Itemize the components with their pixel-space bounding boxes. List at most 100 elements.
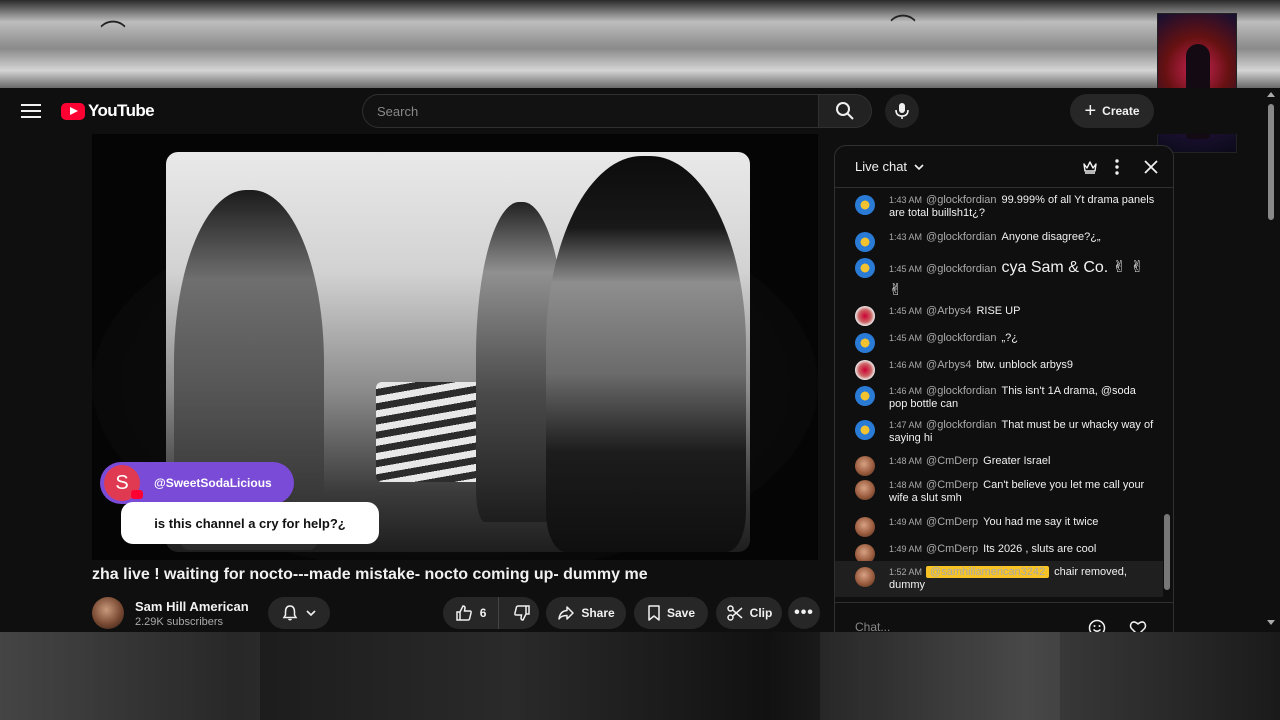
youtube-logo[interactable]: YouTube: [61, 100, 155, 122]
chat-avatar[interactable]: [855, 258, 875, 278]
create-button[interactable]: + Create: [1070, 94, 1154, 128]
bookmark-icon: [648, 605, 660, 621]
bird-shape: ⌒: [890, 13, 917, 43]
overlay-author-name: @SweetSodaLicious: [154, 476, 272, 490]
message-author[interactable]: @glockfordian: [926, 231, 996, 243]
message-author[interactable]: @glockfordian: [926, 332, 996, 344]
avatar-letter: S: [115, 471, 129, 494]
channel-name[interactable]: Sam Hill American: [135, 599, 249, 614]
chat-avatar[interactable]: [855, 420, 875, 440]
message-text: Its 2026 , sluts are cool: [983, 543, 1097, 555]
subscriber-count: 2.29K subscribers: [135, 615, 224, 628]
message-author[interactable]: @CmDerp: [926, 543, 978, 555]
message-time: 1:49 AM: [889, 544, 923, 554]
search-box: [362, 94, 872, 128]
chat-message-list[interactable]: 1:43 AM @glockfordian 99.999% of all Yt dr…: [835, 188, 1173, 598]
message-time: 1:46 AM: [889, 386, 923, 396]
dislike-button[interactable]: [505, 597, 539, 629]
logo-text: YouTube: [88, 101, 155, 120]
play-logo-icon: [61, 102, 85, 120]
chat-avatar[interactable]: [855, 480, 875, 500]
crown-icon[interactable]: [1079, 156, 1101, 178]
chat-avatar[interactable]: [855, 195, 875, 215]
overlay-avatar: S: [104, 465, 143, 501]
message-author[interactable]: @glockfordian: [926, 385, 996, 397]
clip-label: Clip: [749, 606, 773, 620]
message-author[interactable]: @glockfordian: [926, 263, 996, 275]
live-chat-panel: Live chat 1:43 AM @glockfordian 99.999% of…: [834, 145, 1174, 635]
chat-avatar[interactable]: [855, 386, 875, 406]
message-time: 1:46 AM: [889, 360, 923, 370]
share-button[interactable]: Share: [546, 597, 626, 629]
scroll-down-arrow-icon[interactable]: [1267, 620, 1275, 625]
page-scrollbar[interactable]: [1266, 92, 1276, 632]
chat-input-area: [835, 602, 1173, 634]
thumbs-up-icon: [456, 605, 472, 621]
search-input[interactable]: [362, 94, 819, 128]
kebab-menu-icon[interactable]: [1106, 156, 1128, 178]
youtube-badge-icon: [131, 490, 143, 499]
like-button[interactable]: 6: [443, 597, 500, 629]
chat-avatar[interactable]: [855, 232, 875, 252]
chat-avatar[interactable]: [855, 567, 875, 587]
more-actions-button[interactable]: •••: [788, 597, 820, 629]
chat-message: 1:49 AM @CmDerp Its 2026 , sluts are cool: [855, 543, 1155, 564]
bell-icon: [282, 605, 298, 621]
save-button[interactable]: Save: [634, 597, 708, 629]
message-time: 1:48 AM: [889, 456, 923, 466]
search-button[interactable]: [819, 94, 872, 128]
message-text: Greater Israel: [983, 455, 1051, 467]
save-label: Save: [666, 606, 696, 620]
menu-icon[interactable]: [18, 98, 44, 124]
chevron-down-icon: [306, 610, 316, 617]
bird-shape: ⌒: [100, 19, 127, 49]
chat-avatar[interactable]: [855, 456, 875, 476]
scissors-icon: [726, 605, 743, 621]
message-author[interactable]: @CmDerp: [926, 479, 978, 491]
message-author[interactable]: @glockfordian: [926, 194, 996, 206]
voice-search-button[interactable]: [885, 94, 919, 128]
message-time: 1:47 AM: [889, 420, 923, 430]
chat-avatar[interactable]: [855, 306, 875, 326]
message-author[interactable]: @CmDerp: [926, 455, 978, 467]
chat-message: 1:46 AM @Arbys4 btw. unblock arbys9: [855, 359, 1155, 380]
message-time: 1:45 AM: [889, 306, 923, 316]
message-time: 1:43 AM: [889, 232, 923, 242]
channel-owner: Sam Hill American 2.29K subscribers: [92, 596, 249, 630]
message-text: You had me say it twice: [983, 516, 1099, 528]
message-time: 1:49 AM: [889, 517, 923, 527]
more-horizontal-icon: •••: [794, 604, 814, 621]
chat-title: Live chat: [855, 159, 908, 174]
like-dislike-group: 6: [443, 597, 539, 629]
background-art-top: ⌒ ⌒: [0, 0, 1280, 88]
chat-scrollbar-thumb[interactable]: [1164, 514, 1170, 590]
channel-meta: Sam Hill American 2.29K subscribers: [135, 599, 249, 628]
notification-button[interactable]: [268, 597, 330, 629]
message-text: btw. unblock arbys9: [976, 359, 1074, 371]
message-author[interactable]: @Arbys4: [926, 359, 971, 371]
chat-message: 1:45 AM @glockfordian „?¿: [855, 332, 1155, 353]
chat-message-owner: 1:52 AM @samhillamerican3242 chair removed…: [835, 561, 1163, 597]
message-author-owner-badge[interactable]: @samhillamerican3242: [926, 566, 1050, 578]
chat-avatar[interactable]: [855, 360, 875, 380]
message-author[interactable]: @Arbys4: [926, 305, 971, 317]
message-time: 1:48 AM: [889, 480, 923, 490]
thumbs-down-icon: [514, 605, 530, 621]
microphone-icon: [895, 103, 909, 119]
message-author[interactable]: @CmDerp: [926, 516, 978, 528]
message-author[interactable]: @glockfordian: [926, 419, 996, 431]
chat-avatar[interactable]: [855, 517, 875, 537]
chat-mode-dropdown[interactable]: Live chat: [855, 159, 925, 174]
chat-scrollbar[interactable]: [1164, 196, 1170, 594]
chat-message: 1:48 AM @CmDerp Greater Israel: [855, 455, 1155, 476]
overlay-chat-message: is this channel a cry for help?¿: [121, 502, 379, 544]
chat-message: 1:47 AM @glockfordian That must be ur whac…: [855, 419, 1155, 445]
channel-avatar[interactable]: [92, 597, 124, 629]
chat-avatar[interactable]: [855, 333, 875, 353]
close-icon[interactable]: [1140, 156, 1162, 178]
page-scrollbar-thumb[interactable]: [1268, 104, 1274, 220]
clip-button[interactable]: Clip: [716, 597, 782, 629]
scroll-up-arrow-icon[interactable]: [1267, 92, 1275, 97]
background-art-bottom: [0, 632, 1280, 720]
video-title: zha live ! waiting for nocto---made mist…: [92, 566, 648, 583]
